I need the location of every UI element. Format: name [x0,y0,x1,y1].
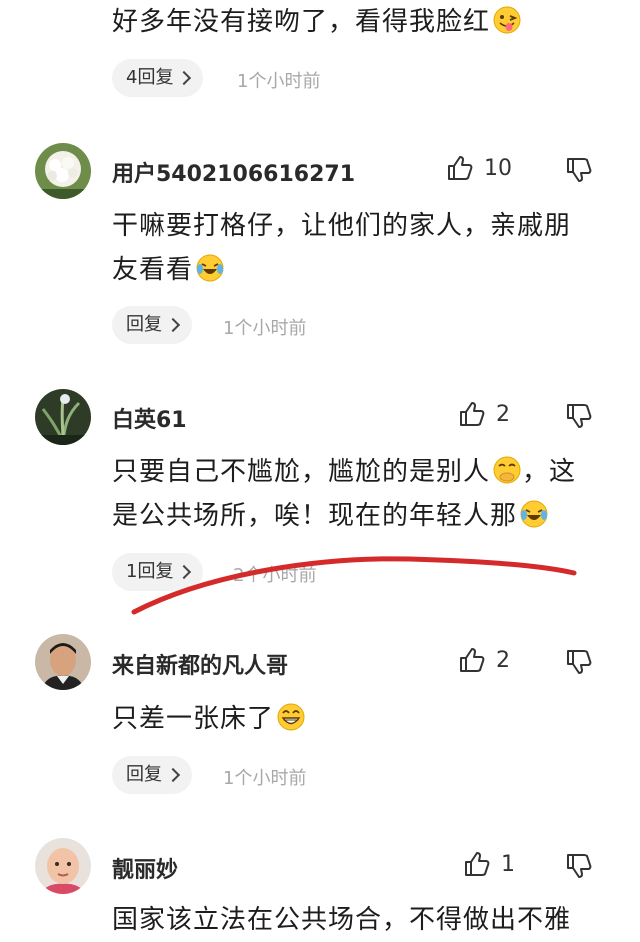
thumbs-down-icon[interactable] [565,402,593,430]
avatar[interactable] [35,143,91,199]
comment-2-like-count: 2 [496,401,510,427]
comment-3-username[interactable]: 来自新都的凡人哥 [112,648,288,680]
comment-4-like-count: 1 [501,851,515,877]
avatar[interactable] [35,389,91,445]
thumbs-up-icon [465,852,490,876]
red-annotation-stroke [131,556,577,615]
thumbs-down-icon[interactable] [565,648,593,676]
comment-2-like-button[interactable]: 2 [458,400,510,428]
avatar-child-icon [35,838,91,894]
comment-2-username[interactable]: 白英61 [112,402,187,434]
reply-label: 回复 [126,314,162,335]
chevron-right-icon [165,767,181,783]
comment-3-like-button[interactable]: 2 [458,646,510,674]
avatar-man-icon [35,634,91,690]
comment-1-username[interactable]: 用户5402106616271 [112,156,355,188]
comment-3-time: 1个小时前 [223,768,307,789]
comment-3-like-count: 2 [496,647,510,673]
avatar[interactable] [35,634,91,690]
comment-4-text: 国家该立法在公共场合，不得做出不雅 [112,905,572,935]
comment-1-line-2: 友看看 [112,248,612,292]
comment-1-like-count: 10 [484,155,512,181]
thumbs-up-icon [460,402,485,426]
chevron-right-icon [165,317,181,333]
comment-4-like-button[interactable]: 1 [463,850,515,878]
hand-over-mouth-emoji-icon [493,456,521,484]
thumbs-up-icon [460,648,485,672]
avatar-plant-icon [35,389,91,445]
comment-0-reply-button[interactable]: 4回复 [112,59,204,97]
comment-2-text: 只要自己不尴尬，尴尬的是别人 ，这 是公共场所，唉！现在的年轻人那 [112,450,612,538]
avatar-flower-icon [35,143,91,199]
laugh-cry-emoji-icon [196,254,224,282]
comment-1-time: 1个小时前 [223,318,307,339]
reply-label: 4回复 [126,67,174,88]
comment-2-line-2: 是公共场所，唉！现在的年轻人那 [112,494,612,538]
tongue-emoji-icon [493,6,521,34]
chevron-right-icon [177,70,192,86]
comment-1-line-1: 干嘛要打格仔，让他们的家人，亲戚朋 [112,211,572,241]
comment-0-text: 好多年没有接吻了，看得我脸红 [112,0,612,44]
reply-label: 回复 [126,764,162,785]
comment-3-reply-button[interactable]: 回复 [112,756,192,794]
avatar[interactable] [35,838,91,894]
thumbs-down-icon[interactable] [565,156,593,184]
comment-1-like-button[interactable]: 10 [446,154,512,182]
comment-4-username[interactable]: 靓丽妙 [112,852,178,884]
comment-2-line-1: 只要自己不尴尬，尴尬的是别人 ，这 [112,456,577,487]
laugh-cry-emoji-icon [520,500,548,528]
thumbs-up-icon [448,156,473,180]
thumbs-down-icon[interactable] [565,852,593,880]
comment-1-reply-button[interactable]: 回复 [112,306,192,344]
grin-emoji-icon [277,703,305,731]
comment-3-text: 只差一张床了 [112,697,612,741]
comment-0-time: 1个小时前 [237,71,321,92]
comment-1-text: 干嘛要打格仔，让他们的家人，亲戚朋 友看看 [112,204,612,292]
